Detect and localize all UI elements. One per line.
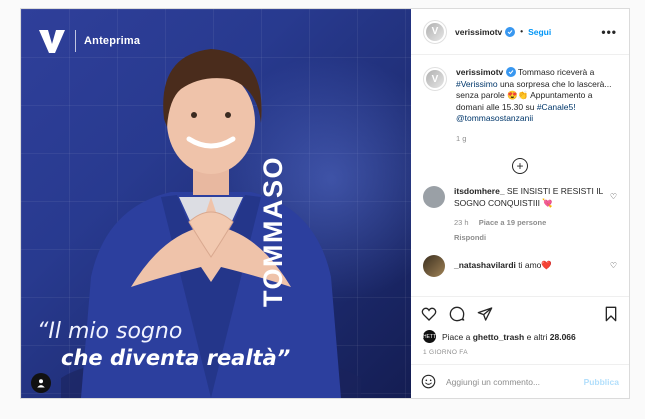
vertical-name-label: TOMMASO [258, 156, 288, 307]
comment-text: _natashavilardi ti amo❤️ [454, 260, 606, 272]
liker-username[interactable]: ghetto_trash [473, 332, 524, 342]
hashtag-verissimo[interactable]: #Verissimo [456, 79, 498, 89]
author-username[interactable]: verissimotv [455, 27, 502, 37]
comment-item: itsdomhere_ SE INSISTI E RESISTI IL SOGN… [423, 186, 617, 243]
verified-badge-icon [505, 26, 516, 37]
heart-icon[interactable] [421, 306, 437, 322]
comment-item: _natashavilardi ti amo❤️ ♡ [423, 255, 617, 277]
caption-author-avatar[interactable]: V [423, 67, 447, 91]
tagged-people-button[interactable] [31, 373, 51, 393]
caption-time: 1 g [456, 133, 467, 143]
comment-icon[interactable] [449, 306, 465, 322]
comments-section: V verissimotv Tommaso riceverà a #Veriss… [411, 55, 629, 296]
caption-avatar-logo: V [426, 70, 444, 88]
quote-line-2: che diventa realtà” [61, 346, 291, 370]
comment-username[interactable]: itsdomhere_ [454, 186, 505, 196]
separator-dot: • [520, 27, 524, 36]
post-image[interactable]: Anteprima TOMMASO “Il mio sogno che dive… [21, 9, 411, 398]
caption-text: verissimotv Tommaso riceverà a #Verissim… [456, 67, 617, 144]
comment-input[interactable] [446, 376, 584, 387]
person-tag-icon [37, 379, 45, 388]
add-comment-bar: Pubblica [411, 364, 629, 398]
likes-summary: GHETTO Piace a ghetto_trash e altri 28.0… [411, 330, 629, 343]
post-sidebar: V verissimotv • Segui ••• V verissimotv [411, 9, 629, 398]
comment-body: ti amo❤️ [518, 260, 552, 270]
instagram-post: Anteprima TOMMASO “Il mio sogno che dive… [20, 8, 630, 399]
emoji-icon[interactable] [421, 374, 436, 389]
comment-likes[interactable]: Piace a 19 persone [479, 218, 547, 227]
mention-link[interactable]: @tommasostanzanii [456, 113, 533, 123]
more-options-icon[interactable]: ••• [601, 25, 617, 39]
action-bar [411, 296, 629, 330]
likes-prefix: Piace a [442, 331, 471, 342]
author-name-row: verissimotv • Segui [455, 26, 551, 37]
comment-gap [423, 243, 617, 255]
comment-time: 23 h [454, 218, 469, 227]
comment-like-heart-icon[interactable]: ♡ [610, 192, 617, 201]
comment-username[interactable]: _natashavilardi [454, 260, 516, 270]
quote-overlay: “Il mio sogno che diventa realtà” [37, 319, 290, 370]
follow-button[interactable]: Segui [528, 27, 551, 37]
author-avatar-logo: V [426, 22, 444, 41]
post-timestamp[interactable]: 1 GIORNO FA [411, 343, 629, 364]
likes-count[interactable]: 28.066 [550, 332, 576, 342]
caption-username[interactable]: verissimotv [456, 67, 503, 77]
comment-meta: 23 h Piace a 19 persone Rispondi [454, 217, 606, 243]
likes-suffix: e altri [526, 331, 548, 342]
commenter-avatar[interactable] [423, 186, 445, 208]
caption: V verissimotv Tommaso riceverà a #Veriss… [423, 67, 617, 144]
quote-line-1: “Il mio sogno [37, 319, 183, 344]
bookmark-icon[interactable] [603, 306, 619, 322]
comment-like-heart-icon[interactable]: ♡ [610, 261, 617, 270]
comment-text: itsdomhere_ SE INSISTI E RESISTI IL SOGN… [454, 186, 606, 243]
liker-avatar[interactable]: GHETTO [419, 330, 440, 343]
hashtag-canale5[interactable]: #Canale5! [537, 102, 576, 112]
caption-verified-icon [505, 67, 516, 77]
post-header: V verissimotv • Segui ••• [411, 9, 629, 55]
caption-meta: 1 g [456, 133, 617, 145]
publish-button[interactable]: Pubblica [584, 377, 619, 387]
share-icon[interactable] [477, 306, 493, 322]
reply-button[interactable]: Rispondi [454, 232, 606, 244]
author-avatar[interactable]: V [423, 19, 447, 44]
commenter-avatar[interactable] [423, 255, 445, 277]
caption-text-1: Tommaso riceverà a [517, 67, 595, 77]
load-more-comments: + [423, 158, 617, 174]
plus-circle-icon[interactable]: + [512, 158, 528, 174]
